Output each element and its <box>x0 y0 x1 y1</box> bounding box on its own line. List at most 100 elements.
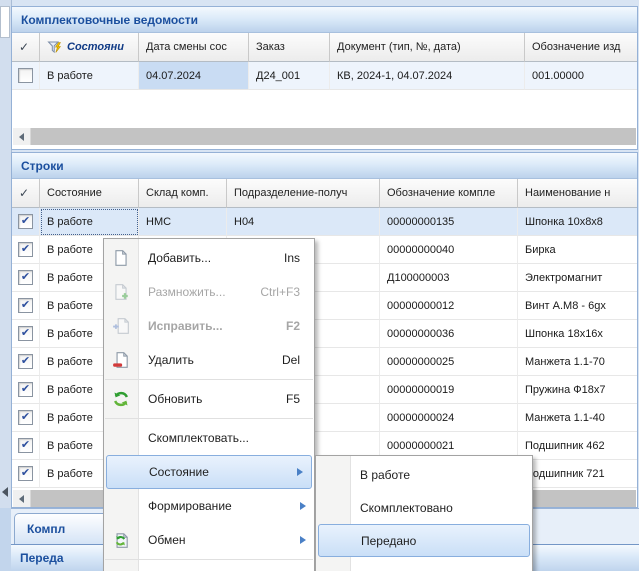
column-header-document[interactable]: Документ (тип, №, дата) <box>330 33 525 62</box>
cell-name[interactable]: Подшипник 721 <box>518 460 637 488</box>
cell-name[interactable]: Манжета 1.1-40 <box>518 404 637 432</box>
row-checkbox-cell <box>12 432 40 460</box>
row-checkbox-cell <box>12 404 40 432</box>
app-window: Комплектовочные ведомости ✓ Состояни Дат… <box>0 0 639 571</box>
column-header-select-all[interactable]: ✓ <box>12 33 40 62</box>
row-checkbox[interactable] <box>18 466 33 481</box>
submenu-item-in-progress[interactable]: В работе <box>316 458 532 491</box>
cell-state[interactable]: В работе <box>40 62 139 90</box>
column-header-code[interactable]: Обозначение компле <box>380 179 518 208</box>
cell-name[interactable]: Шпонка 18х16х <box>518 320 637 348</box>
left-strip-box <box>0 6 10 38</box>
refresh-icon <box>112 390 130 408</box>
cell-code[interactable]: 00000000036 <box>380 320 518 348</box>
row-checkbox-cell <box>12 264 40 292</box>
row-checkbox-cell <box>12 208 40 236</box>
cell-code[interactable]: 00000000012 <box>380 292 518 320</box>
table-row[interactable]: В работе НМС Н04 00000000135 Шпонка 10х8… <box>12 208 637 236</box>
column-header-designation[interactable]: Обозначение изд <box>525 33 637 62</box>
cell-name[interactable]: Бирка <box>518 236 637 264</box>
cell-name[interactable]: Шпонка 10х8х8 <box>518 208 637 236</box>
stroki-column-headers: ✓ Состояние Склад комп. Подразделение-по… <box>12 179 637 208</box>
cell-code[interactable]: 00000000135 <box>380 208 518 236</box>
column-header-state[interactable]: Состояние <box>40 179 139 208</box>
column-header-select-all[interactable]: ✓ <box>12 179 40 208</box>
vedomosti-row[interactable]: В работе 04.07.2024 Д24_001 КВ, 2024-1, … <box>12 62 637 90</box>
column-header-state[interactable]: Состояни <box>40 33 139 62</box>
menu-item-delete[interactable]: Удалить Del <box>104 343 314 377</box>
row-checkbox-cell <box>12 320 40 348</box>
menu-separator <box>105 418 313 419</box>
submenu-item-assembled[interactable]: Скомплектовано <box>316 491 532 524</box>
submenu-item-clipped[interactable] <box>316 557 532 571</box>
cell-state[interactable]: В работе <box>40 208 139 236</box>
left-strip-bottom <box>0 508 11 571</box>
menu-separator <box>105 379 313 380</box>
cell-warehouse[interactable]: НМС <box>139 208 227 236</box>
column-header-order[interactable]: Заказ <box>249 33 330 62</box>
row-checkbox[interactable] <box>18 410 33 425</box>
check-column-icon: ✓ <box>19 186 29 200</box>
cell-code[interactable]: 00000000025 <box>380 348 518 376</box>
scroll-left-button[interactable] <box>13 490 31 507</box>
cell-designation[interactable]: 001.00000 <box>525 62 637 90</box>
menu-item-exchange[interactable]: Обмен <box>104 523 314 557</box>
document-duplicate-icon <box>112 283 130 301</box>
column-header-name[interactable]: Наименование н <box>518 179 637 208</box>
cell-code[interactable]: 00000000024 <box>380 404 518 432</box>
row-checkbox[interactable] <box>18 326 33 341</box>
menu-item-add[interactable]: Добавить... Ins <box>104 241 314 275</box>
submenu-arrow-icon <box>297 468 303 476</box>
cell-date-selected[interactable]: 04.07.2024 <box>139 62 249 90</box>
panel-vedomosti: Комплектовочные ведомости ✓ Состояни Дат… <box>11 6 638 150</box>
row-checkbox[interactable] <box>18 242 33 257</box>
cell-name[interactable]: Подшипник 462 <box>518 432 637 460</box>
row-checkbox[interactable] <box>18 270 33 285</box>
filter-lightning-icon <box>47 40 63 55</box>
menu-item-state[interactable]: Состояние <box>106 455 312 489</box>
menu-item-assemble[interactable]: Скомплектовать... <box>104 421 314 455</box>
cell-name[interactable]: Электромагнит <box>518 264 637 292</box>
row-checkbox-cell <box>12 62 40 90</box>
document-edit-icon <box>112 317 130 335</box>
row-checkbox[interactable] <box>18 214 33 229</box>
document-delete-icon <box>112 351 130 369</box>
vedomosti-horizontal-scrollbar[interactable] <box>13 128 636 145</box>
cell-order[interactable]: Д24_001 <box>249 62 330 90</box>
menu-separator <box>105 559 313 560</box>
menu-item-formation[interactable]: Формирование <box>104 489 314 523</box>
column-header-department[interactable]: Подразделение-получ <box>227 179 380 208</box>
cell-code[interactable]: 00000000019 <box>380 376 518 404</box>
scroll-left-button[interactable] <box>13 128 31 145</box>
splitter-collapse-arrow-icon[interactable] <box>2 487 8 497</box>
submenu-item-transferred[interactable]: Передано <box>318 524 530 557</box>
column-header-date[interactable]: Дата смены сос <box>139 33 249 62</box>
row-checkbox[interactable] <box>18 298 33 313</box>
row-checkbox-cell <box>12 292 40 320</box>
scroll-left-arrow-icon <box>19 133 24 141</box>
row-checkbox[interactable] <box>18 354 33 369</box>
cell-department[interactable]: Н04 <box>227 208 380 236</box>
panel-vedomosti-header: Комплектовочные ведомости <box>12 7 637 33</box>
column-header-warehouse[interactable]: Склад комп. <box>139 179 227 208</box>
row-checkbox-cell <box>12 348 40 376</box>
cell-code[interactable]: Д100000003 <box>380 264 518 292</box>
bottom-tab[interactable]: Компл <box>14 513 110 544</box>
cell-code[interactable]: 00000000040 <box>380 236 518 264</box>
row-checkbox[interactable] <box>18 382 33 397</box>
row-checkbox[interactable] <box>18 68 33 83</box>
menu-item-edit: Исправить... F2 <box>104 309 314 343</box>
panel-stroki-title: Строки <box>21 159 64 173</box>
state-submenu: В работе Скомплектовано Передано <box>315 455 533 571</box>
cell-name[interactable]: Пружина Ф18х7 <box>518 376 637 404</box>
row-checkbox-cell <box>12 236 40 264</box>
cell-document[interactable]: КВ, 2024-1, 04.07.2024 <box>330 62 525 90</box>
cell-name[interactable]: Винт А.М8 - 6gх <box>518 292 637 320</box>
row-checkbox-cell <box>12 460 40 488</box>
menu-item-duplicate: Размножить... Ctrl+F3 <box>104 275 314 309</box>
menu-item-refresh[interactable]: Обновить F5 <box>104 382 314 416</box>
cell-name[interactable]: Манжета 1.1-70 <box>518 348 637 376</box>
exchange-icon <box>112 531 130 549</box>
row-checkbox[interactable] <box>18 438 33 453</box>
document-new-icon <box>112 249 130 267</box>
